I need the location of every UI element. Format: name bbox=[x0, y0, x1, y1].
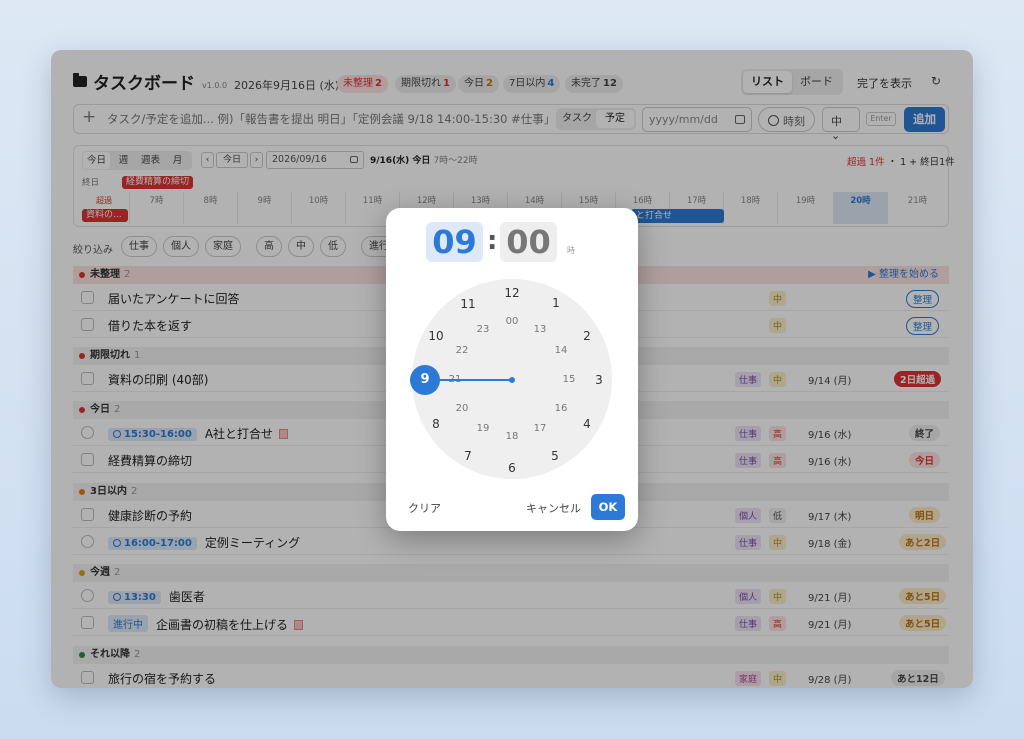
clock-center bbox=[509, 377, 515, 383]
hour-option[interactable]: 16 bbox=[550, 401, 572, 417]
hour-option[interactable]: 10 bbox=[425, 328, 447, 344]
hour-option[interactable]: 1 bbox=[545, 295, 567, 311]
cancel-button[interactable]: キャンセル bbox=[526, 500, 581, 516]
selected-hour[interactable]: 9 bbox=[410, 365, 440, 395]
hour-option[interactable]: 7 bbox=[457, 448, 479, 464]
hour-option[interactable]: 18 bbox=[501, 429, 523, 445]
hour-option[interactable]: 19 bbox=[472, 421, 494, 437]
hour-option[interactable]: 12 bbox=[501, 285, 523, 301]
hour-option[interactable]: 22 bbox=[451, 343, 473, 359]
hour-option[interactable]: 14 bbox=[550, 343, 572, 359]
minute-display[interactable]: 00 bbox=[500, 222, 557, 262]
hour-option[interactable]: 00 bbox=[501, 314, 523, 330]
hour-option[interactable]: 6 bbox=[501, 460, 523, 476]
hour-option[interactable]: 11 bbox=[457, 296, 479, 312]
time-separator: : bbox=[487, 226, 498, 256]
hour-option[interactable]: 17 bbox=[529, 421, 551, 437]
clear-button[interactable]: クリア bbox=[408, 500, 441, 516]
hour-display[interactable]: 09 bbox=[426, 222, 483, 262]
unit-label: 時 bbox=[567, 246, 575, 255]
hour-option[interactable]: 23 bbox=[472, 322, 494, 338]
hour-option[interactable]: 20 bbox=[451, 401, 473, 417]
hour-option[interactable]: 15 bbox=[558, 372, 580, 388]
ok-button[interactable]: OK bbox=[591, 494, 625, 520]
hour-option[interactable]: 2 bbox=[576, 328, 598, 344]
hour-option[interactable]: 5 bbox=[544, 448, 566, 464]
hour-option[interactable]: 4 bbox=[576, 416, 598, 432]
hour-option[interactable]: 8 bbox=[425, 416, 447, 432]
time-picker-dialog: 09 : 00 時 12 1 2 3 4 5 6 7 8 10 11 00 13… bbox=[386, 208, 638, 531]
hour-option[interactable]: 3 bbox=[588, 372, 610, 388]
hour-option[interactable]: 13 bbox=[529, 322, 551, 338]
